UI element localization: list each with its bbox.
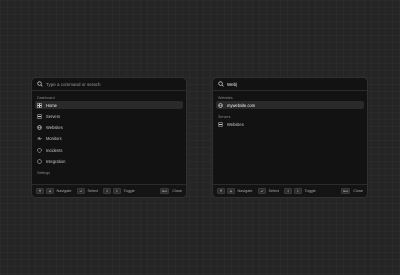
arrow-down-icon xyxy=(48,189,51,193)
arrow-right-icon xyxy=(296,189,299,193)
toggle-hint: Toggle xyxy=(304,189,316,193)
arrow-left-icon xyxy=(287,189,290,193)
arrow-down-key xyxy=(45,188,54,194)
check-icon xyxy=(79,189,82,193)
arrow-right-key xyxy=(112,188,121,194)
search-icon xyxy=(37,81,43,87)
search-icon xyxy=(218,81,224,87)
item-label: Servers xyxy=(46,113,61,119)
item-label: Websites xyxy=(46,125,63,131)
esc-key[interactable]: Esc xyxy=(160,188,170,194)
item-label: Monitors xyxy=(46,136,62,142)
group-label-websites: Websites xyxy=(218,96,233,100)
home-grid-icon xyxy=(37,102,42,108)
check-icon xyxy=(260,189,263,193)
item-websites[interactable]: Websites xyxy=(35,124,183,132)
activity-icon xyxy=(37,136,42,142)
search-input[interactable] xyxy=(227,79,362,89)
circle-icon xyxy=(37,159,42,164)
arrow-up-icon xyxy=(38,189,42,193)
item-label: Home xyxy=(46,102,57,108)
shield-icon xyxy=(37,147,42,153)
item-label: Integration xyxy=(46,158,66,164)
close-hint: Close xyxy=(353,189,363,193)
shortcut-footer: Navigate Select Toggle Esc Close xyxy=(213,184,367,197)
command-palette-left: Dashboard Home Servers Websites Monitors xyxy=(31,77,187,198)
group-label-dashboard: Dashboard xyxy=(37,96,55,100)
item-mywebsite[interactable]: mywebsite.com xyxy=(216,101,364,109)
select-hint: Select xyxy=(87,189,99,193)
globe-icon xyxy=(218,102,223,108)
arrow-left-icon xyxy=(106,189,109,193)
select-hint: Select xyxy=(268,189,280,193)
item-incidents[interactable]: Incidents xyxy=(35,146,183,154)
arrow-down-icon xyxy=(229,189,232,193)
arrow-left-key xyxy=(284,188,293,194)
arrow-right-icon xyxy=(115,189,118,193)
arrow-left-key xyxy=(103,188,112,194)
shortcut-footer: Navigate Select Toggle Esc Close xyxy=(32,184,186,197)
enter-key xyxy=(76,188,85,194)
esc-key[interactable]: Esc xyxy=(341,188,351,194)
item-label: Incidents xyxy=(46,147,63,153)
arrow-down-key xyxy=(226,188,235,194)
server-icon xyxy=(37,114,42,119)
navigate-hint: Navigate xyxy=(237,189,253,193)
item-websites[interactable]: Websites xyxy=(216,120,364,128)
group-label-servers: Servers xyxy=(218,115,231,120)
arrow-up-icon xyxy=(219,189,223,193)
search-input[interactable] xyxy=(46,79,181,89)
search-bar xyxy=(213,78,367,91)
toggle-hint: Toggle xyxy=(123,189,135,193)
item-label: Websites xyxy=(227,121,244,127)
item-integration[interactable]: Integration xyxy=(35,157,183,165)
server-icon xyxy=(218,122,223,127)
item-home[interactable]: Home xyxy=(35,101,183,109)
group-label-settings: Settings xyxy=(37,170,50,175)
search-bar xyxy=(32,78,186,91)
item-servers[interactable]: Servers xyxy=(35,112,183,120)
close-hint: Close xyxy=(172,189,182,193)
arrow-right-key xyxy=(293,188,302,194)
globe-icon xyxy=(37,125,42,130)
arrow-up-key xyxy=(36,188,44,194)
item-monitors[interactable]: Monitors xyxy=(35,135,183,143)
enter-key xyxy=(257,188,266,194)
navigate-hint: Navigate xyxy=(56,189,72,193)
item-label: mywebsite.com xyxy=(227,102,256,108)
arrow-up-key xyxy=(217,188,225,194)
command-palette-right: Websites mywebsite.com Servers Websites … xyxy=(212,77,368,198)
